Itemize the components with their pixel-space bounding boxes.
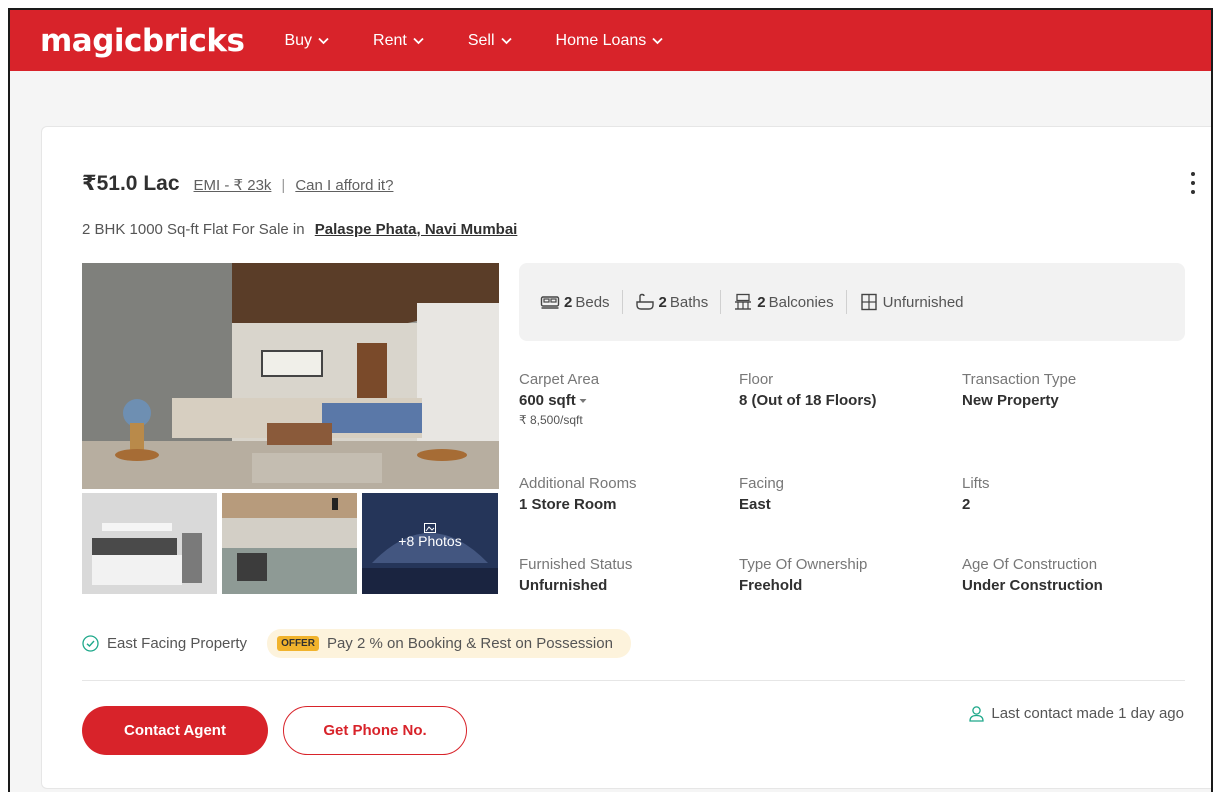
gallery-icon [424, 523, 436, 533]
offer-badge: OFFER [277, 636, 319, 651]
chevron-down-icon [500, 37, 512, 44]
detail-label: Type Of Ownership [739, 556, 868, 573]
detail-label: Lifts [962, 475, 990, 492]
nav-home-loans-label: Home Loans [555, 31, 647, 49]
chevron-down-icon [318, 37, 329, 44]
beds-count: 2 [564, 293, 573, 311]
nav-rent-label: Rent [373, 31, 407, 49]
amenity-divider [720, 290, 722, 314]
balconies-count: 2 [757, 293, 766, 311]
detail-lifts: Lifts 2 [962, 475, 1182, 513]
detail-age-of-construction: Age Of Construction Under Construction [962, 556, 1182, 594]
beds-label: Beds [575, 293, 610, 311]
price-row: ₹51.0 Lac EMI - ₹ 23k | Can I afford it? [82, 171, 393, 196]
offer-text: Pay 2 % on Booking & Rest on Possession [326, 635, 613, 652]
detail-label: Carpet Area [519, 371, 600, 388]
price-separator: | [281, 177, 286, 194]
east-facing-tag: East Facing Property [107, 635, 248, 652]
detail-additional-rooms: Additional Rooms 1 Store Room [519, 475, 739, 513]
location-link[interactable]: Palaspe Phata, Navi Mumbai [315, 221, 518, 238]
chevron-down-icon [652, 37, 663, 44]
living-room-image [82, 263, 499, 489]
magicbricks-logo[interactable]: magicbricks [40, 23, 245, 59]
nav-rent[interactable]: Rent [373, 32, 424, 50]
amenity-balconies: 2 Balconies [733, 293, 834, 311]
detail-value: East [739, 496, 771, 513]
afford-link[interactable]: Can I afford it? [295, 177, 393, 194]
carpet-area-value[interactable]: 600 sqft [519, 392, 739, 409]
chevron-down-icon [413, 37, 424, 44]
detail-label: Additional Rooms [519, 475, 637, 492]
contact-agent-button[interactable]: Contact Agent [82, 706, 268, 755]
card-divider [82, 680, 1185, 681]
detail-carpet-area: Carpet Area 600 sqft ₹ 8,500/sqft [519, 371, 739, 427]
subtitle-text: 2 BHK 1000 Sq-ft Flat For Sale in [82, 221, 305, 238]
price-per-sqft: ₹ 8,500/sqft [519, 413, 583, 427]
kitchen-image [222, 493, 357, 594]
emi-link[interactable]: EMI - ₹ 23k [194, 176, 272, 194]
nav-buy[interactable]: Buy [284, 32, 329, 50]
detail-furnished-status: Furnished Status Unfurnished [519, 556, 739, 594]
detail-value: Unfurnished [519, 577, 608, 594]
detail-facing: Facing East [739, 475, 959, 513]
more-photos-label: +8 Photos [398, 533, 462, 549]
property-subtitle: 2 BHK 1000 Sq-ft Flat For Sale in Palasp… [82, 221, 517, 238]
thumbnail-kitchen[interactable] [222, 493, 357, 594]
top-navbar: magicbricks Buy Rent Sell Home Loans [10, 10, 1211, 71]
amenity-divider [621, 290, 623, 314]
bath-icon [635, 293, 654, 310]
amenity-baths: 2 Baths [635, 293, 709, 311]
detail-value: Under Construction [962, 577, 1103, 594]
bed-icon [540, 296, 560, 309]
balcony-icon [735, 293, 752, 310]
property-card[interactable]: ₹51.0 Lac EMI - ₹ 23k | Can I afford it?… [41, 126, 1211, 789]
amenity-furnishing: Unfurnished [859, 293, 964, 311]
detail-ownership: Type Of Ownership Freehold [739, 556, 959, 594]
user-icon [969, 706, 985, 722]
detail-value: 1 Store Room [519, 496, 617, 513]
balconies-label: Balconies [768, 293, 834, 311]
bedroom-image [82, 493, 217, 594]
main-property-photo[interactable] [82, 263, 499, 489]
detail-label: Facing [739, 475, 785, 492]
nav-sell[interactable]: Sell [468, 32, 512, 50]
more-options-icon[interactable] [1188, 169, 1198, 197]
amenities-bar: 2 Beds 2 Baths 2 Balconies Unfurnished [519, 263, 1185, 341]
offer-banner: OFFER Pay 2 % on Booking & Rest on Posse… [267, 629, 631, 658]
photo-thumbnails: +8 Photos [82, 493, 498, 594]
detail-label: Furnished Status [519, 556, 633, 573]
property-price: ₹51.0 Lac [82, 172, 180, 195]
detail-value: New Property [962, 392, 1059, 409]
nav-buy-label: Buy [284, 31, 313, 49]
nav-sell-label: Sell [467, 31, 495, 49]
nav-home-loans[interactable]: Home Loans [556, 32, 664, 50]
detail-value: 8 (Out of 18 Floors) [739, 392, 877, 409]
detail-label: Floor [739, 371, 774, 388]
last-contact-info: Last contact made 1 day ago [968, 705, 1184, 722]
baths-label: Baths [669, 293, 709, 311]
thumbnail-more-photos[interactable]: +8 Photos [362, 493, 498, 594]
detail-value: 2 [962, 496, 971, 513]
furnishing-label: Unfurnished [882, 293, 964, 311]
detail-label: Transaction Type [962, 371, 1077, 388]
property-tags: East Facing Property OFFER Pay 2 % on Bo… [82, 629, 631, 658]
thumbnail-bedroom[interactable] [82, 493, 217, 594]
furnish-icon [860, 293, 877, 311]
app-frame: magicbricks Buy Rent Sell Home Loans ₹51… [8, 8, 1213, 792]
amenity-beds: 2 Beds [540, 293, 610, 311]
detail-floor: Floor 8 (Out of 18 Floors) [739, 371, 959, 409]
check-circle-icon [82, 635, 99, 652]
get-phone-button[interactable]: Get Phone No. [283, 706, 467, 755]
detail-label: Age Of Construction [962, 556, 1098, 573]
dropdown-caret-icon [579, 399, 587, 404]
detail-transaction-type: Transaction Type New Property [962, 371, 1182, 409]
last-contact-text: Last contact made 1 day ago [991, 705, 1184, 722]
amenity-divider [845, 290, 847, 314]
detail-value: Freehold [739, 577, 803, 594]
baths-count: 2 [658, 293, 667, 311]
